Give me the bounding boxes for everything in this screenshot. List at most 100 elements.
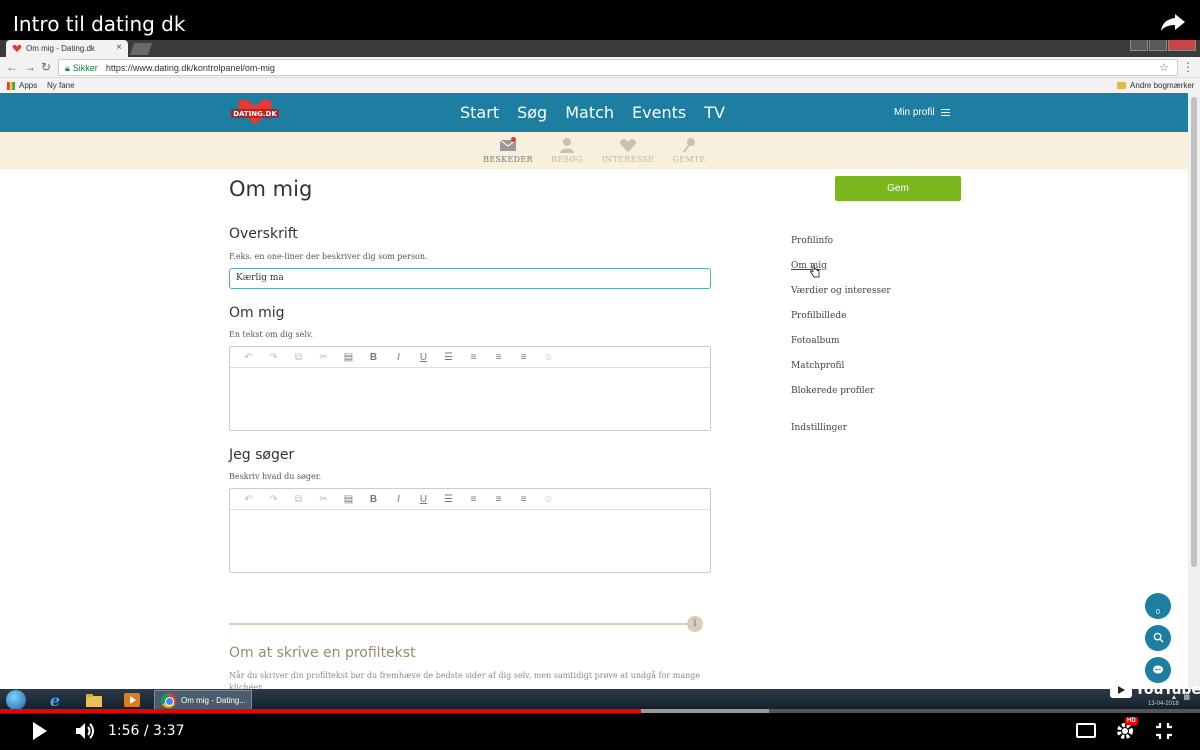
bold-icon[interactable]: B — [361, 494, 386, 505]
floating-pin-button[interactable]: 0 — [1145, 593, 1171, 619]
copy-icon[interactable]: ⧉ — [286, 352, 311, 363]
internet-explorer-icon[interactable]: e — [46, 691, 64, 709]
start-button[interactable] — [6, 690, 26, 710]
star-icon[interactable]: ☆ — [1159, 61, 1169, 74]
cut-icon[interactable]: ✂ — [311, 494, 336, 505]
share-icon[interactable] — [1160, 12, 1186, 32]
italic-icon[interactable]: I — [386, 494, 411, 505]
italic-icon[interactable]: I — [386, 352, 411, 363]
bookmark-other[interactable]: Andre bogmærker — [1117, 81, 1194, 90]
info-icon[interactable]: i — [687, 616, 703, 632]
sidebar-link-profile-picture[interactable]: Profilbillede — [791, 311, 846, 321]
exit-fullscreen-icon[interactable] — [1154, 721, 1174, 741]
page-scrollbar[interactable] — [1188, 93, 1200, 689]
sidebar-link-match-profile[interactable]: Matchprofil — [791, 361, 844, 371]
undo-icon[interactable]: ↶ — [236, 494, 261, 505]
sidebar-link-profile-info[interactable]: Profilinfo — [791, 236, 833, 246]
reload-icon[interactable]: ↻ — [41, 60, 51, 74]
tab-title: Om mig - Dating.dk — [26, 44, 95, 53]
nav-events[interactable]: Events — [632, 103, 686, 122]
bold-icon[interactable]: B — [361, 352, 386, 363]
subtitles-icon[interactable] — [1076, 723, 1096, 738]
play-icon[interactable] — [33, 722, 47, 740]
maximize-button[interactable] — [1149, 39, 1167, 51]
nav-start[interactable]: Start — [460, 103, 499, 122]
about-textarea[interactable] — [230, 368, 710, 430]
underline-icon[interactable]: U — [411, 494, 436, 505]
cut-icon[interactable]: ✂ — [311, 352, 336, 363]
bookmark-apps[interactable]: Apps — [7, 81, 37, 90]
paste-icon[interactable]: ▤ — [336, 494, 361, 505]
web-page: DATING.DK Start Søg Match Events TV Min … — [0, 93, 1188, 689]
sidebar-link-settings[interactable]: Indstillinger — [791, 423, 847, 433]
align-center-icon[interactable]: ≡ — [486, 494, 511, 505]
chrome-icon — [161, 693, 176, 708]
forward-icon[interactable]: → — [24, 60, 36, 74]
about-editor: ↶ ↷ ⧉ ✂ ▤ B I U ☰ ≡ ≡ ≡ ☺ — [229, 346, 711, 431]
pin-count: 0 — [1156, 609, 1160, 616]
hand-cursor-icon — [810, 265, 820, 278]
youtube-play-icon — [1110, 682, 1132, 698]
nav-match[interactable]: Match — [565, 103, 614, 122]
paste-icon[interactable]: ▤ — [336, 352, 361, 363]
headline-input[interactable]: Kærlig ma — [229, 268, 711, 289]
taskbar-chrome-window[interactable]: Om mig - Dating... — [154, 690, 252, 710]
tab-close-icon[interactable]: × — [116, 42, 122, 53]
browser-menu-icon[interactable]: ⋮ — [1182, 60, 1194, 74]
lock-icon: 🔒︎ — [65, 63, 70, 73]
save-button[interactable]: Gem — [835, 176, 961, 201]
back-icon[interactable]: ← — [6, 60, 18, 74]
seeking-textarea[interactable] — [230, 510, 710, 572]
browser-tab[interactable]: Om mig - Dating.dk × — [6, 40, 128, 57]
list-icon[interactable]: ☰ — [436, 494, 461, 505]
undo-icon[interactable]: ↶ — [236, 352, 261, 363]
floating-chat-button[interactable] — [1145, 657, 1171, 683]
hd-badge: HD — [1125, 717, 1138, 725]
subnav-messages[interactable]: BESKEDER — [478, 137, 538, 164]
close-window-button[interactable] — [1168, 39, 1196, 51]
dating-logo[interactable]: DATING.DK — [230, 97, 280, 127]
folder-icon[interactable] — [85, 691, 103, 709]
nav-tv[interactable]: TV — [704, 103, 725, 122]
sidebar-link-values[interactable]: Værdier og interesser — [791, 286, 891, 296]
headline-help: F.eks. en one-liner der beskriver dig so… — [229, 252, 428, 261]
browser-tab-strip: Om mig - Dating.dk × — [0, 38, 1200, 57]
align-center-icon[interactable]: ≡ — [486, 352, 511, 363]
seeking-editor-toolbar: ↶ ↷ ⧉ ✂ ▤ B I U ☰ ≡ ≡ ≡ ☺ — [230, 489, 710, 510]
redo-icon[interactable]: ↷ — [261, 352, 286, 363]
subnav-interest[interactable]: INTERESSE — [598, 137, 658, 164]
apps-grid-icon — [7, 81, 15, 90]
profile-menu[interactable]: Min profil — [894, 107, 950, 118]
align-left-icon[interactable]: ≡ — [461, 494, 486, 505]
dating-favicon-icon — [12, 44, 22, 52]
sidebar-link-blocked[interactable]: Blokerede profiler — [791, 386, 874, 396]
scrollbar-thumb[interactable] — [1191, 97, 1197, 567]
subnav-visits[interactable]: BESØG — [537, 137, 597, 164]
align-right-icon[interactable]: ≡ — [511, 352, 536, 363]
floating-search-button[interactable] — [1145, 625, 1171, 651]
new-tab-button[interactable] — [129, 43, 153, 55]
subnav-saved[interactable]: GEMTE — [659, 137, 719, 164]
nav-search[interactable]: Søg — [517, 103, 547, 122]
url-input[interactable]: 🔒︎ Sikker https://www.dating.dk/kontrolpan… — [58, 59, 1178, 76]
youtube-logo[interactable]: YouTube — [1110, 682, 1200, 698]
about-heading: Om mig — [229, 305, 285, 321]
copy-icon[interactable]: ⧉ — [286, 494, 311, 505]
volume-icon[interactable] — [74, 721, 96, 741]
bookmark-new-tab[interactable]: Ny fane — [47, 81, 75, 183]
media-player-icon[interactable] — [123, 691, 141, 709]
redo-icon[interactable]: ↷ — [261, 494, 286, 505]
emoji-icon[interactable]: ☺ — [536, 352, 561, 363]
underline-icon[interactable]: U — [411, 352, 436, 363]
align-right-icon[interactable]: ≡ — [511, 494, 536, 505]
site-header: DATING.DK Start Søg Match Events TV Min … — [0, 93, 1188, 132]
align-left-icon[interactable]: ≡ — [461, 352, 486, 363]
minimize-button[interactable] — [1130, 39, 1148, 51]
address-bar-row: ← → ↻ 🔒︎ Sikker https://www.dating.dk/kont… — [0, 57, 1200, 78]
tips-text: Når du skriver din profiltekst bør du fr… — [229, 671, 701, 689]
emoji-icon[interactable]: ☺ — [536, 494, 561, 505]
sidebar-link-about[interactable]: Om mig — [791, 261, 827, 271]
sidebar-link-photo-album[interactable]: Fotoalbum — [791, 336, 840, 346]
url-text: https://www.dating.dk/kontrolpanel/om-mi… — [105, 63, 275, 73]
list-icon[interactable]: ☰ — [436, 352, 461, 363]
